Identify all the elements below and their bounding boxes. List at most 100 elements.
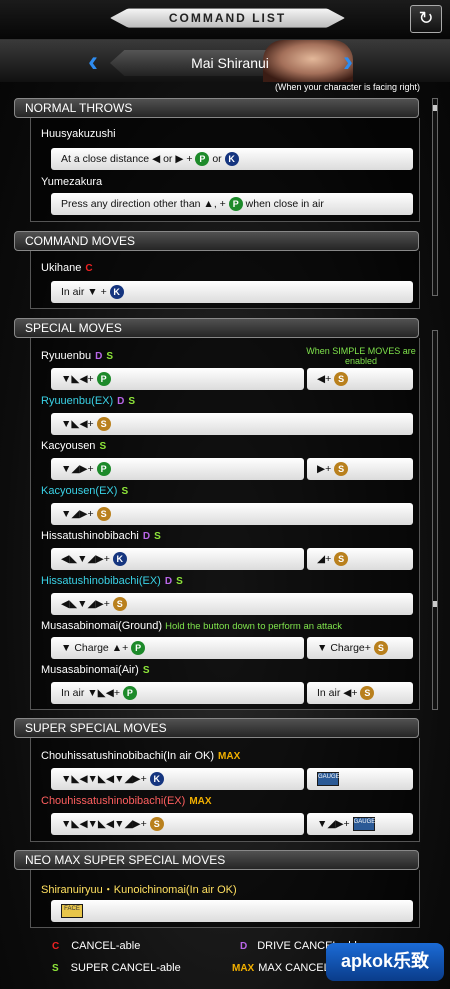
kick-button-icon: K	[112, 552, 127, 567]
move-kacyousen-ex-command[interactable]: ▼◢▶+ S	[51, 503, 413, 525]
move-chouhissa-simple[interactable]: GAUGE	[307, 768, 413, 790]
drive-tag-icon: D	[240, 941, 248, 952]
command-text: In air	[61, 687, 85, 699]
super-tag-icon: S	[154, 531, 161, 542]
move-musasabi-air-command[interactable]: In air ▼◣◀+ P	[51, 682, 304, 704]
move-huusyakuzushi-name: Huusyakuzushi	[41, 128, 116, 140]
or-text: or	[212, 153, 222, 165]
direction-arrows-icon: ▼◢▶	[317, 818, 344, 830]
move-ryuuenbu-simple[interactable]: ◀+ S	[307, 368, 413, 390]
super-tag-icon: S	[99, 441, 107, 452]
down-arrow-icon: ▼	[87, 286, 98, 298]
move-ryuuenbu-ex-command[interactable]: ▼◣◀+ S	[51, 413, 413, 435]
watermark-logo: apkok乐致	[326, 943, 444, 981]
command-text: At a close distance	[61, 153, 150, 165]
kick-button-icon: K	[224, 152, 239, 167]
face-button-icon: FACE	[61, 904, 83, 919]
move-name-text: Hissatushinobibachi	[41, 530, 139, 542]
move-kacyousen-name: Kacyousen S	[41, 440, 106, 452]
scroll-thumb[interactable]	[433, 105, 437, 111]
simple-moves-note: When SIMPLE MOVES are enabled	[306, 346, 416, 366]
legend-text: CANCEL-able	[71, 940, 141, 952]
plus-text: +	[87, 508, 94, 520]
prev-character-icon[interactable]: ‹	[88, 47, 98, 77]
plus-text: +	[343, 818, 350, 830]
move-kacyousen-simple[interactable]: ▶+ S	[307, 458, 413, 480]
simple-button-icon: S	[373, 641, 388, 656]
section-super-special-moves[interactable]: SUPER SPECIAL MOVES	[14, 718, 419, 738]
move-neo-command[interactable]: FACE	[51, 900, 413, 922]
move-musasabi-ground-simple[interactable]: ▼ Charge+ S	[307, 637, 413, 659]
move-chouhissa-ex-command[interactable]: ▼◣◀▼◣◀▼◢▶+ S	[51, 813, 304, 835]
character-name: Mai Shiranui	[191, 55, 269, 71]
plus-text: +	[113, 687, 120, 699]
move-musasabi-air-simple[interactable]: In air ◀+ S	[307, 682, 413, 704]
plus-text: +	[325, 553, 332, 565]
legend-super: S SUPER CANCEL-able	[52, 962, 181, 974]
move-name-text: Kacyousen	[41, 440, 96, 452]
scroll-thumb-lower[interactable]	[433, 601, 437, 607]
section-normal-throws[interactable]: NORMAL THROWS	[14, 98, 419, 118]
super-tag-icon: S	[106, 351, 114, 362]
command-text: In air	[317, 687, 341, 699]
move-name-text: Ryuuenbu(EX)	[41, 395, 114, 407]
plus-text: +	[87, 373, 94, 385]
plus-text: +	[325, 373, 332, 385]
direction-arrows-icon: ◀◣▼◢▶	[61, 553, 104, 565]
move-yumezakura-command[interactable]: Press any direction other than ▲, + P wh…	[51, 193, 413, 215]
move-chouhissa-ex-simple[interactable]: ▼◢▶+ GAUGE	[307, 813, 413, 835]
simple-button-icon: S	[149, 817, 164, 832]
move-hissatu-simple[interactable]: ◢+ S	[307, 548, 413, 570]
facing-note: (When your character is facing right)	[274, 82, 420, 92]
plus-text: +	[103, 598, 110, 610]
up-arrow-icon: ▲	[111, 642, 123, 654]
move-name-text: Ukihane	[41, 262, 82, 274]
super-tag-icon: S	[142, 665, 150, 676]
move-hissatu-ex-name: Hissatushinobibachi(EX) D S	[41, 575, 183, 587]
move-name-text: Chouhissatushinobibachi(EX)	[41, 795, 186, 807]
plus-text: +	[100, 286, 107, 298]
move-name-text: Kacyousen(EX)	[41, 485, 118, 497]
back-icon[interactable]: ↻	[410, 5, 442, 33]
direction-arrows-icon: ▼◣◀▼◣◀▼◢▶	[61, 773, 141, 785]
next-character-icon[interactable]: ›	[343, 47, 353, 77]
move-chouhissa-command[interactable]: ▼◣◀▼◣◀▼◢▶+ K	[51, 768, 304, 790]
move-ryuuenbu-name: Ryuuenbu D S	[41, 350, 113, 362]
simple-button-icon: S	[96, 507, 111, 522]
cancel-tag-icon: C	[52, 941, 60, 952]
move-ryuuenbu-command[interactable]: ▼◣◀+ P	[51, 368, 304, 390]
move-huusyakuzushi-command[interactable]: At a close distance ◀ or ▶ + P or K	[51, 148, 413, 170]
punch-button-icon: P	[96, 462, 111, 477]
move-hissatu-ex-command[interactable]: ◀◣▼◢▶+ S	[51, 593, 413, 615]
cancel-tag-icon: C	[85, 263, 93, 274]
special-moves-panel: When SIMPLE MOVES are enabled Ryuuenbu D S…	[30, 338, 420, 710]
move-hissatu-command[interactable]: ◀◣▼◢▶+ K	[51, 548, 304, 570]
section-special-moves[interactable]: SPECIAL MOVES	[14, 318, 419, 338]
section-neo-max[interactable]: NEO MAX SUPER SPECIAL MOVES	[14, 850, 419, 870]
move-kacyousen-command[interactable]: ▼◢▶+ P	[51, 458, 304, 480]
super-tag-icon: S	[128, 396, 136, 407]
plus-text: +	[122, 642, 129, 654]
super-tag-icon: S	[52, 963, 59, 974]
direction-arrows-icon: ▼◢▶	[61, 508, 88, 520]
left-arrow-icon: ◀	[152, 153, 161, 165]
drive-tag-icon: D	[95, 351, 103, 362]
gauge-button-icon: GAUGE	[352, 817, 375, 832]
direction-arrows-icon: ▼◢▶	[61, 463, 88, 475]
punch-button-icon: P	[228, 197, 243, 212]
plus-text: +	[325, 463, 332, 475]
plus-text: +	[87, 463, 94, 475]
move-neo-name: Shiranuiryuu・Kunoichinomai(In air OK)	[41, 884, 237, 896]
section-command-moves[interactable]: COMMAND MOVES	[14, 231, 419, 251]
command-text: when close in air	[245, 198, 324, 210]
plus-text: , +	[213, 198, 226, 210]
scrollbar-lower[interactable]	[432, 330, 438, 710]
super-tag-icon: S	[176, 576, 183, 587]
command-text: Press any direction other than	[61, 198, 201, 210]
scrollbar[interactable]	[432, 98, 438, 296]
plus-text: +	[186, 153, 193, 165]
simple-button-icon: S	[112, 597, 127, 612]
drive-tag-icon: D	[164, 576, 173, 587]
move-ukihane-command[interactable]: In air ▼ + K	[51, 281, 413, 303]
move-musasabi-ground-command[interactable]: ▼ Charge ▲+ P	[51, 637, 304, 659]
